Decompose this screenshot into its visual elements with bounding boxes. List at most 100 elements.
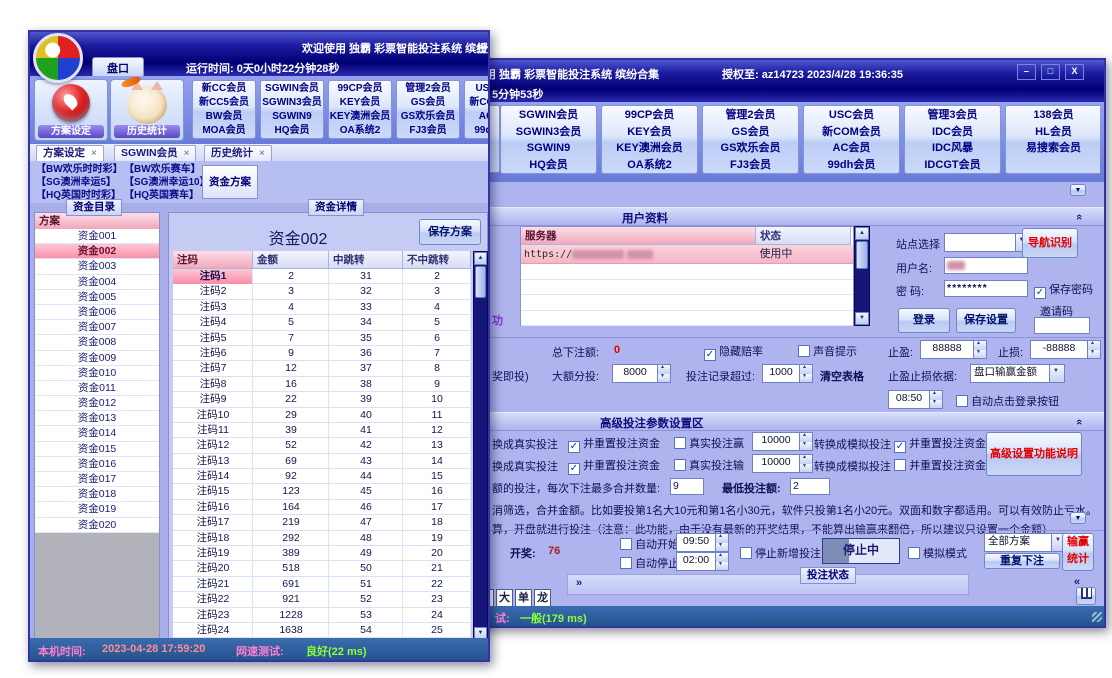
close-button[interactable]: X [1065, 64, 1084, 80]
tab-pankou[interactable]: 盘口 [92, 57, 144, 78]
fund-detail-row[interactable]: 注码205185021 [173, 561, 471, 576]
fund-detail-row[interactable]: 注码69367 [173, 346, 471, 361]
hide-odds-checkbox[interactable] [704, 349, 716, 361]
fund-item[interactable]: 资金014 [35, 426, 159, 441]
game-link[interactable]: 【HQ英国赛车】 [124, 189, 210, 202]
adv2-reset1-checkbox[interactable] [568, 463, 580, 475]
fund-item[interactable]: 资金008 [35, 335, 159, 350]
fund-detail-row[interactable]: 注码9223910 [173, 392, 471, 407]
stop-button[interactable]: 停止中 [822, 538, 900, 564]
fund-item[interactable]: 资金020 [35, 518, 159, 533]
member-group-button[interactable]: 管理2会员GS会员GS欢乐会员FJ3会员 [702, 105, 799, 174]
fund-detail-row[interactable]: 注码172194718 [173, 515, 471, 530]
game-link[interactable]: 【BW欢乐时时彩】 [36, 163, 123, 176]
close-icon[interactable]: × [184, 148, 190, 159]
auto-stop-checkbox[interactable] [620, 557, 632, 569]
auto-login-checkbox[interactable] [956, 395, 968, 407]
spin-down-icon[interactable] [930, 400, 942, 409]
member-group-button[interactable]: 99CP会员KEY会员KEY澳洲会员OA系统2 [601, 105, 698, 174]
merge-count-field[interactable]: 9 [670, 478, 704, 495]
fund-item[interactable]: 资金012 [35, 396, 159, 411]
fund-detail-row[interactable]: 注码816389 [173, 377, 471, 392]
nav-detect-button[interactable]: 导航识别 [1022, 228, 1078, 258]
chevron-down-icon[interactable]: ▼ [1070, 512, 1086, 524]
stop-win-spinner[interactable]: 88888 [920, 340, 987, 359]
fund-item[interactable]: 资金005 [35, 290, 159, 305]
fund-detail-row[interactable]: 注码23323 [173, 284, 471, 299]
server-row-active[interactable]: https:// 使用中 [521, 245, 853, 264]
member-group-button[interactable]: 管理3会员IDC会员IDC风暴IDCGT会员 [904, 105, 1001, 174]
history-stats-button[interactable]: 历史统计 [110, 79, 184, 141]
fund-item[interactable]: 资金002 [35, 244, 159, 259]
collapse-up-icon[interactable]: « [1073, 214, 1085, 220]
spin-down-icon[interactable] [974, 350, 986, 359]
scrollbar-thumb[interactable] [475, 266, 486, 298]
fund-item[interactable]: 资金003 [35, 259, 159, 274]
plan-dropdown[interactable]: 全部方案 [984, 533, 1067, 552]
tab-bet-status[interactable]: 投注状态 [800, 567, 856, 584]
fund-detail-row[interactable]: 注码14924415 [173, 469, 471, 484]
fund-item[interactable]: 资金007 [35, 320, 159, 335]
fund-item[interactable]: 资金001 [35, 229, 159, 244]
basis-dropdown[interactable]: 盘口输赢金额 [970, 364, 1065, 383]
save-settings-button[interactable]: 保存设置 [956, 308, 1016, 333]
min-bet-field[interactable]: 2 [790, 478, 830, 495]
spin-down-icon[interactable] [716, 562, 728, 571]
fund-detail-row[interactable]: 注码229215223 [173, 592, 471, 607]
fund-detail-row[interactable]: 注码182924819 [173, 531, 471, 546]
fund-catalog-tab[interactable]: 资金目录 [66, 199, 122, 216]
scroll-up-icon[interactable] [474, 252, 487, 265]
fund-detail-row[interactable]: 注码2312285324 [173, 608, 471, 623]
spin-down-icon[interactable] [800, 374, 812, 383]
partial-button[interactable]: 龙 [534, 589, 551, 607]
fund-item[interactable]: 资金018 [35, 487, 159, 502]
spin-down-icon[interactable] [658, 374, 670, 383]
clear-table-button[interactable]: 清空表格 [820, 368, 864, 384]
stop-new-bets-checkbox[interactable] [740, 547, 752, 559]
close-icon[interactable]: × [91, 148, 97, 159]
fund-item[interactable]: 资金013 [35, 411, 159, 426]
server-scrollbar[interactable] [854, 226, 870, 326]
adv1-amount-spinner[interactable]: 10000 [752, 432, 813, 451]
fund-detail-row[interactable]: 注码216915122 [173, 577, 471, 592]
username-field[interactable] [944, 257, 1028, 274]
fund-detail-row[interactable]: 注码34334 [173, 300, 471, 315]
fund-item[interactable]: 资金015 [35, 442, 159, 457]
advanced-help-button[interactable]: 高级设置功能说明 [986, 432, 1082, 476]
adv1-reset2-checkbox[interactable] [894, 441, 906, 453]
password-field[interactable]: ******** [944, 280, 1028, 297]
sim-mode-checkbox[interactable] [908, 547, 920, 559]
partial-button[interactable]: 大 [496, 589, 513, 607]
fund-detail-row[interactable]: 注码45345 [173, 315, 471, 330]
chevron-down-icon[interactable] [1049, 365, 1064, 382]
member-group-button[interactable]: 138会员HL会员易搜索会员 [1005, 105, 1100, 174]
partial-button[interactable]: 单 [515, 589, 532, 607]
fund-detail-row[interactable]: 注码10294011 [173, 408, 471, 423]
repeat-bet-button[interactable]: 重复下注 [984, 553, 1060, 569]
adv1-reset1-checkbox[interactable] [568, 441, 580, 453]
lanes-icon[interactable] [1076, 587, 1096, 605]
table-scrollbar[interactable] [473, 251, 488, 641]
fund-item[interactable]: 资金011 [35, 381, 159, 396]
collapse-up-icon[interactable]: « [1073, 419, 1085, 425]
chevron-down-icon[interactable]: ▼ [1070, 184, 1086, 196]
fund-detail-row[interactable]: 注码12312 [173, 269, 471, 284]
stop-loss-spinner[interactable]: -88888 [1030, 340, 1101, 359]
maximize-button[interactable]: □ [1041, 64, 1060, 80]
member-group-button[interactable]: 99CP会员KEY会员KEY澳洲会员OA系统2 [328, 80, 392, 139]
fund-detail-row[interactable]: 注码193894920 [173, 546, 471, 561]
spin-down-icon[interactable] [800, 464, 812, 473]
fund-detail-row[interactable]: 注码57356 [173, 331, 471, 346]
site-select-dropdown[interactable] [944, 233, 1030, 252]
plan-settings-button[interactable]: 方案设定 [34, 79, 108, 141]
scrollbar-thumb[interactable] [856, 241, 868, 269]
member-group-button[interactable]: 新CC会员新CC5会员BW会员MOA会员 [192, 80, 256, 139]
fund-item[interactable]: 资金004 [35, 275, 159, 290]
adv2-reset2-checkbox[interactable] [894, 459, 906, 471]
member-group-button[interactable]: SGWIN会员SGWIN3会员SGWIN9HQ会员 [260, 80, 324, 139]
spin-down-icon[interactable] [1088, 350, 1100, 359]
fund-detail-row[interactable]: 注码13694314 [173, 454, 471, 469]
fund-detail-row[interactable]: 注码161644617 [173, 500, 471, 515]
winloss-stats-button[interactable]: 输赢 统计 [1062, 533, 1094, 571]
auto-stop-spinner[interactable]: 02:00 [676, 552, 729, 571]
